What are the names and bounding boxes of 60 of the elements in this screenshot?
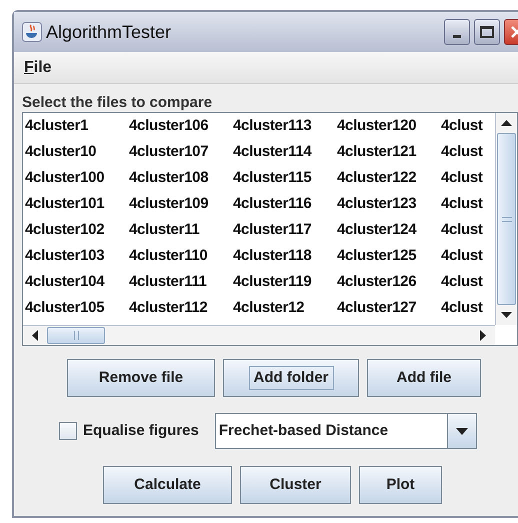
file-list-item[interactable]: 4clust bbox=[441, 217, 493, 243]
file-list-item[interactable]: 4cluster112 bbox=[129, 295, 233, 321]
file-list-item[interactable]: 4clust bbox=[441, 165, 493, 191]
push-button[interactable]: Cluster bbox=[240, 466, 351, 504]
file-list-item[interactable]: 4cluster108 bbox=[129, 165, 233, 191]
file-list-item[interactable]: 4cluster104 bbox=[25, 269, 129, 295]
window-title: AlgorithmTester bbox=[46, 20, 172, 44]
file-list-item[interactable]: 4cluster117 bbox=[233, 217, 337, 243]
file-list-item[interactable]: 4clust bbox=[441, 269, 493, 295]
file-list-item[interactable]: 4cluster124 bbox=[337, 217, 441, 243]
method-dropdown[interactable]: Frechet-based Distance bbox=[214, 413, 477, 449]
coffee-cup-icon bbox=[22, 22, 42, 42]
horizontal-scrollbar[interactable] bbox=[23, 325, 495, 345]
file-list-item[interactable]: 4cluster118 bbox=[233, 243, 337, 269]
file-list-item[interactable]: 4cluster101 bbox=[25, 191, 129, 217]
file-list-item[interactable]: 4cluster119 bbox=[233, 269, 337, 295]
minimize-button[interactable] bbox=[444, 19, 470, 45]
file-list-item[interactable]: 4cluster109 bbox=[129, 191, 233, 217]
file-list-item[interactable]: 4clust bbox=[441, 243, 493, 269]
push-button[interactable]: Remove file bbox=[67, 359, 215, 397]
file-list-item[interactable]: 4clust bbox=[441, 139, 493, 165]
file-list-item[interactable]: 4cluster11 bbox=[129, 217, 233, 243]
file-list-item[interactable]: 4cluster103 bbox=[25, 243, 129, 269]
menu-item[interactable]: File bbox=[24, 56, 52, 80]
file-list-item[interactable]: 4cluster116 bbox=[233, 191, 337, 217]
push-button[interactable]: Add file bbox=[367, 359, 481, 397]
file-list-item[interactable]: 4cluster1 bbox=[25, 113, 129, 139]
checkbox-label: Equalise figures bbox=[83, 420, 199, 441]
vertical-scrollbar[interactable] bbox=[495, 113, 517, 325]
file-list-item[interactable]: 4cluster114 bbox=[233, 139, 337, 165]
checkbox[interactable] bbox=[59, 422, 77, 440]
file-list-item[interactable]: 4cluster105 bbox=[25, 295, 129, 321]
file-list-item[interactable]: 4clust bbox=[441, 295, 493, 321]
push-button[interactable]: Calculate bbox=[103, 466, 232, 504]
file-list-item[interactable]: 4cluster10 bbox=[25, 139, 129, 165]
file-list-item[interactable]: 4cluster113 bbox=[233, 113, 337, 139]
scrollbar-thumb[interactable] bbox=[47, 327, 105, 344]
file-list-item[interactable]: 4cluster121 bbox=[337, 139, 441, 165]
file-list-item[interactable]: 4clust bbox=[441, 113, 493, 139]
file-list-item[interactable]: 4cluster100 bbox=[25, 165, 129, 191]
list-label: Select the files to compare bbox=[22, 94, 214, 112]
scrollbar-thumb[interactable] bbox=[497, 133, 516, 305]
file-list-item[interactable]: 4clust bbox=[441, 191, 493, 217]
file-list-item[interactable]: 4cluster122 bbox=[337, 165, 441, 191]
push-button[interactable]: Add folder bbox=[223, 359, 359, 397]
file-list-item[interactable]: 4cluster107 bbox=[129, 139, 233, 165]
push-button[interactable]: Plot bbox=[359, 466, 442, 504]
file-list-item[interactable]: 4cluster111 bbox=[129, 269, 233, 295]
file-list-item[interactable]: 4cluster106 bbox=[129, 113, 233, 139]
file-list-item[interactable]: 4cluster110 bbox=[129, 243, 233, 269]
file-list-item[interactable]: 4cluster123 bbox=[337, 191, 441, 217]
file-list-item[interactable]: 4cluster127 bbox=[337, 295, 441, 321]
file-list-item[interactable]: 4cluster120 bbox=[337, 113, 441, 139]
file-list-item[interactable]: 4cluster126 bbox=[337, 269, 441, 295]
file-list-item[interactable]: 4cluster125 bbox=[337, 243, 441, 269]
dropdown-caret-icon bbox=[456, 428, 468, 434]
file-list-item[interactable]: 4cluster102 bbox=[25, 217, 129, 243]
file-list-item[interactable]: 4cluster115 bbox=[233, 165, 337, 191]
file-list-item[interactable]: 4cluster12 bbox=[233, 295, 337, 321]
maximize-button[interactable] bbox=[474, 19, 500, 45]
